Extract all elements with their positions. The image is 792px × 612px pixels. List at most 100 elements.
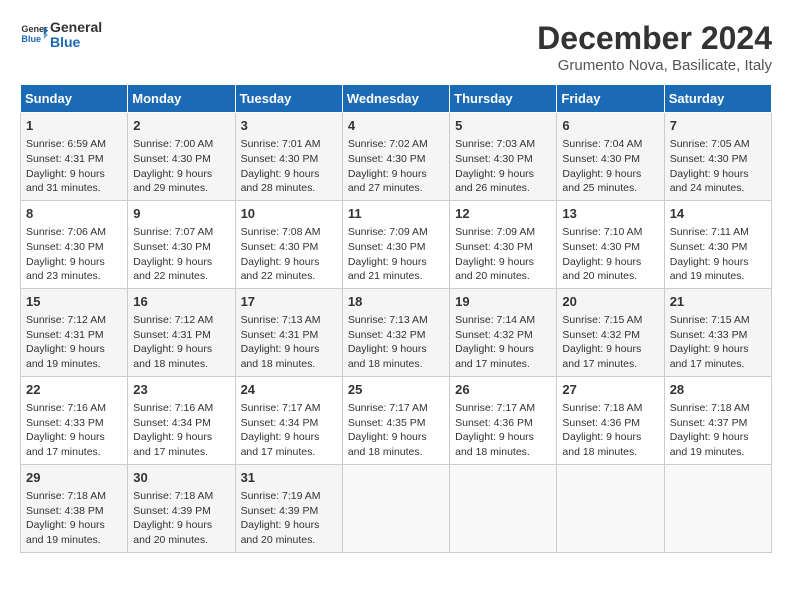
sunset-label: Sunset: 4:30 PM [133, 153, 211, 165]
daylight-label: Daylight: 9 hours and 18 minutes. [348, 431, 427, 458]
day-number: 30 [133, 469, 229, 487]
daylight-label: Daylight: 9 hours and 20 minutes. [562, 256, 641, 283]
sunrise-label: Sunrise: 7:09 AM [455, 226, 535, 238]
sunrise-label: Sunrise: 7:16 AM [133, 402, 213, 414]
sunrise-label: Sunrise: 7:05 AM [670, 138, 750, 150]
daylight-label: Daylight: 9 hours and 22 minutes. [241, 256, 320, 283]
calendar-cell: 25Sunrise: 7:17 AMSunset: 4:35 PMDayligh… [342, 376, 449, 464]
calendar-title: December 2024 [537, 20, 772, 57]
sunrise-label: Sunrise: 7:09 AM [348, 226, 428, 238]
calendar-cell: 30Sunrise: 7:18 AMSunset: 4:39 PMDayligh… [128, 464, 235, 552]
daylight-label: Daylight: 9 hours and 27 minutes. [348, 168, 427, 195]
day-number: 1 [26, 117, 122, 135]
daylight-label: Daylight: 9 hours and 17 minutes. [26, 431, 105, 458]
daylight-label: Daylight: 9 hours and 17 minutes. [133, 431, 212, 458]
calendar-week-5: 29Sunrise: 7:18 AMSunset: 4:38 PMDayligh… [21, 464, 772, 552]
daylight-label: Daylight: 9 hours and 20 minutes. [455, 256, 534, 283]
sunrise-label: Sunrise: 7:03 AM [455, 138, 535, 150]
day-number: 5 [455, 117, 551, 135]
calendar-cell: 2Sunrise: 7:00 AMSunset: 4:30 PMDaylight… [128, 113, 235, 201]
day-number: 16 [133, 293, 229, 311]
daylight-label: Daylight: 9 hours and 17 minutes. [241, 431, 320, 458]
sunset-label: Sunset: 4:31 PM [26, 153, 104, 165]
sunset-label: Sunset: 4:30 PM [348, 241, 426, 253]
sunset-label: Sunset: 4:30 PM [26, 241, 104, 253]
day-number: 6 [562, 117, 658, 135]
sunrise-label: Sunrise: 7:04 AM [562, 138, 642, 150]
sunrise-label: Sunrise: 7:08 AM [241, 226, 321, 238]
calendar-table: SundayMondayTuesdayWednesdayThursdayFrid… [20, 84, 772, 553]
sunrise-label: Sunrise: 7:18 AM [670, 402, 750, 414]
sunrise-label: Sunrise: 7:15 AM [670, 314, 750, 326]
daylight-label: Daylight: 9 hours and 18 minutes. [562, 431, 641, 458]
title-area: December 2024 Grumento Nova, Basilicate,… [537, 20, 772, 74]
daylight-label: Daylight: 9 hours and 17 minutes. [455, 343, 534, 370]
sunset-label: Sunset: 4:30 PM [455, 241, 533, 253]
day-number: 24 [241, 381, 337, 399]
daylight-label: Daylight: 9 hours and 31 minutes. [26, 168, 105, 195]
daylight-label: Daylight: 9 hours and 25 minutes. [562, 168, 641, 195]
day-number: 27 [562, 381, 658, 399]
daylight-label: Daylight: 9 hours and 18 minutes. [348, 343, 427, 370]
sunrise-label: Sunrise: 7:07 AM [133, 226, 213, 238]
logo-icon: General Blue [20, 21, 48, 49]
calendar-cell: 29Sunrise: 7:18 AMSunset: 4:38 PMDayligh… [21, 464, 128, 552]
sunset-label: Sunset: 4:39 PM [133, 505, 211, 517]
sunset-label: Sunset: 4:32 PM [348, 329, 426, 341]
calendar-cell: 23Sunrise: 7:16 AMSunset: 4:34 PMDayligh… [128, 376, 235, 464]
sunrise-label: Sunrise: 7:17 AM [348, 402, 428, 414]
sunrise-label: Sunrise: 6:59 AM [26, 138, 106, 150]
calendar-header-row: SundayMondayTuesdayWednesdayThursdayFrid… [21, 85, 772, 113]
sunrise-label: Sunrise: 7:06 AM [26, 226, 106, 238]
calendar-cell: 17Sunrise: 7:13 AMSunset: 4:31 PMDayligh… [235, 288, 342, 376]
sunset-label: Sunset: 4:36 PM [562, 417, 640, 429]
day-number: 23 [133, 381, 229, 399]
header: General Blue General Blue December 2024 … [20, 20, 772, 74]
daylight-label: Daylight: 9 hours and 26 minutes. [455, 168, 534, 195]
day-number: 25 [348, 381, 444, 399]
day-number: 11 [348, 205, 444, 223]
sunrise-label: Sunrise: 7:12 AM [26, 314, 106, 326]
calendar-cell: 11Sunrise: 7:09 AMSunset: 4:30 PMDayligh… [342, 200, 449, 288]
calendar-cell: 16Sunrise: 7:12 AMSunset: 4:31 PMDayligh… [128, 288, 235, 376]
calendar-cell: 9Sunrise: 7:07 AMSunset: 4:30 PMDaylight… [128, 200, 235, 288]
calendar-cell: 8Sunrise: 7:06 AMSunset: 4:30 PMDaylight… [21, 200, 128, 288]
sunrise-label: Sunrise: 7:18 AM [133, 490, 213, 502]
day-number: 18 [348, 293, 444, 311]
calendar-cell: 26Sunrise: 7:17 AMSunset: 4:36 PMDayligh… [450, 376, 557, 464]
sunrise-label: Sunrise: 7:14 AM [455, 314, 535, 326]
sunset-label: Sunset: 4:38 PM [26, 505, 104, 517]
daylight-label: Daylight: 9 hours and 19 minutes. [670, 431, 749, 458]
daylight-label: Daylight: 9 hours and 18 minutes. [455, 431, 534, 458]
day-number: 3 [241, 117, 337, 135]
calendar-cell: 6 Sunrise: 7:04 AM Sunset: 4:30 PM Daylight… [557, 113, 664, 201]
calendar-cell: 22Sunrise: 7:16 AMSunset: 4:33 PMDayligh… [21, 376, 128, 464]
sunset-label: Sunset: 4:33 PM [26, 417, 104, 429]
sunset-label: Sunset: 4:30 PM [670, 241, 748, 253]
day-number: 17 [241, 293, 337, 311]
day-header-tuesday: Tuesday [235, 85, 342, 113]
sunrise-label: Sunrise: 7:11 AM [670, 226, 749, 238]
sunset-label: Sunset: 4:37 PM [670, 417, 748, 429]
daylight-label: Daylight: 9 hours and 19 minutes. [670, 256, 749, 283]
calendar-week-2: 8Sunrise: 7:06 AMSunset: 4:30 PMDaylight… [21, 200, 772, 288]
sunrise-label: Sunrise: 7:16 AM [26, 402, 106, 414]
calendar-cell [450, 464, 557, 552]
day-number: 20 [562, 293, 658, 311]
logo-blue: Blue [50, 35, 102, 50]
sunrise-label: Sunrise: 7:18 AM [26, 490, 106, 502]
sunrise-label: Sunrise: 7:17 AM [455, 402, 535, 414]
sunset-label: Sunset: 4:31 PM [241, 329, 319, 341]
day-header-monday: Monday [128, 85, 235, 113]
calendar-cell: 10Sunrise: 7:08 AMSunset: 4:30 PMDayligh… [235, 200, 342, 288]
calendar-cell: 27Sunrise: 7:18 AMSunset: 4:36 PMDayligh… [557, 376, 664, 464]
sunrise-label: Sunrise: 7:17 AM [241, 402, 321, 414]
day-number: 21 [670, 293, 766, 311]
daylight-label: Daylight: 9 hours and 17 minutes. [562, 343, 641, 370]
sunset-label: Sunset: 4:39 PM [241, 505, 319, 517]
sunset-label: Sunset: 4:31 PM [133, 329, 211, 341]
sunset-label: Sunset: 4:30 PM [562, 241, 640, 253]
day-header-wednesday: Wednesday [342, 85, 449, 113]
sunset-label: Sunset: 4:30 PM [562, 153, 640, 165]
day-number: 29 [26, 469, 122, 487]
